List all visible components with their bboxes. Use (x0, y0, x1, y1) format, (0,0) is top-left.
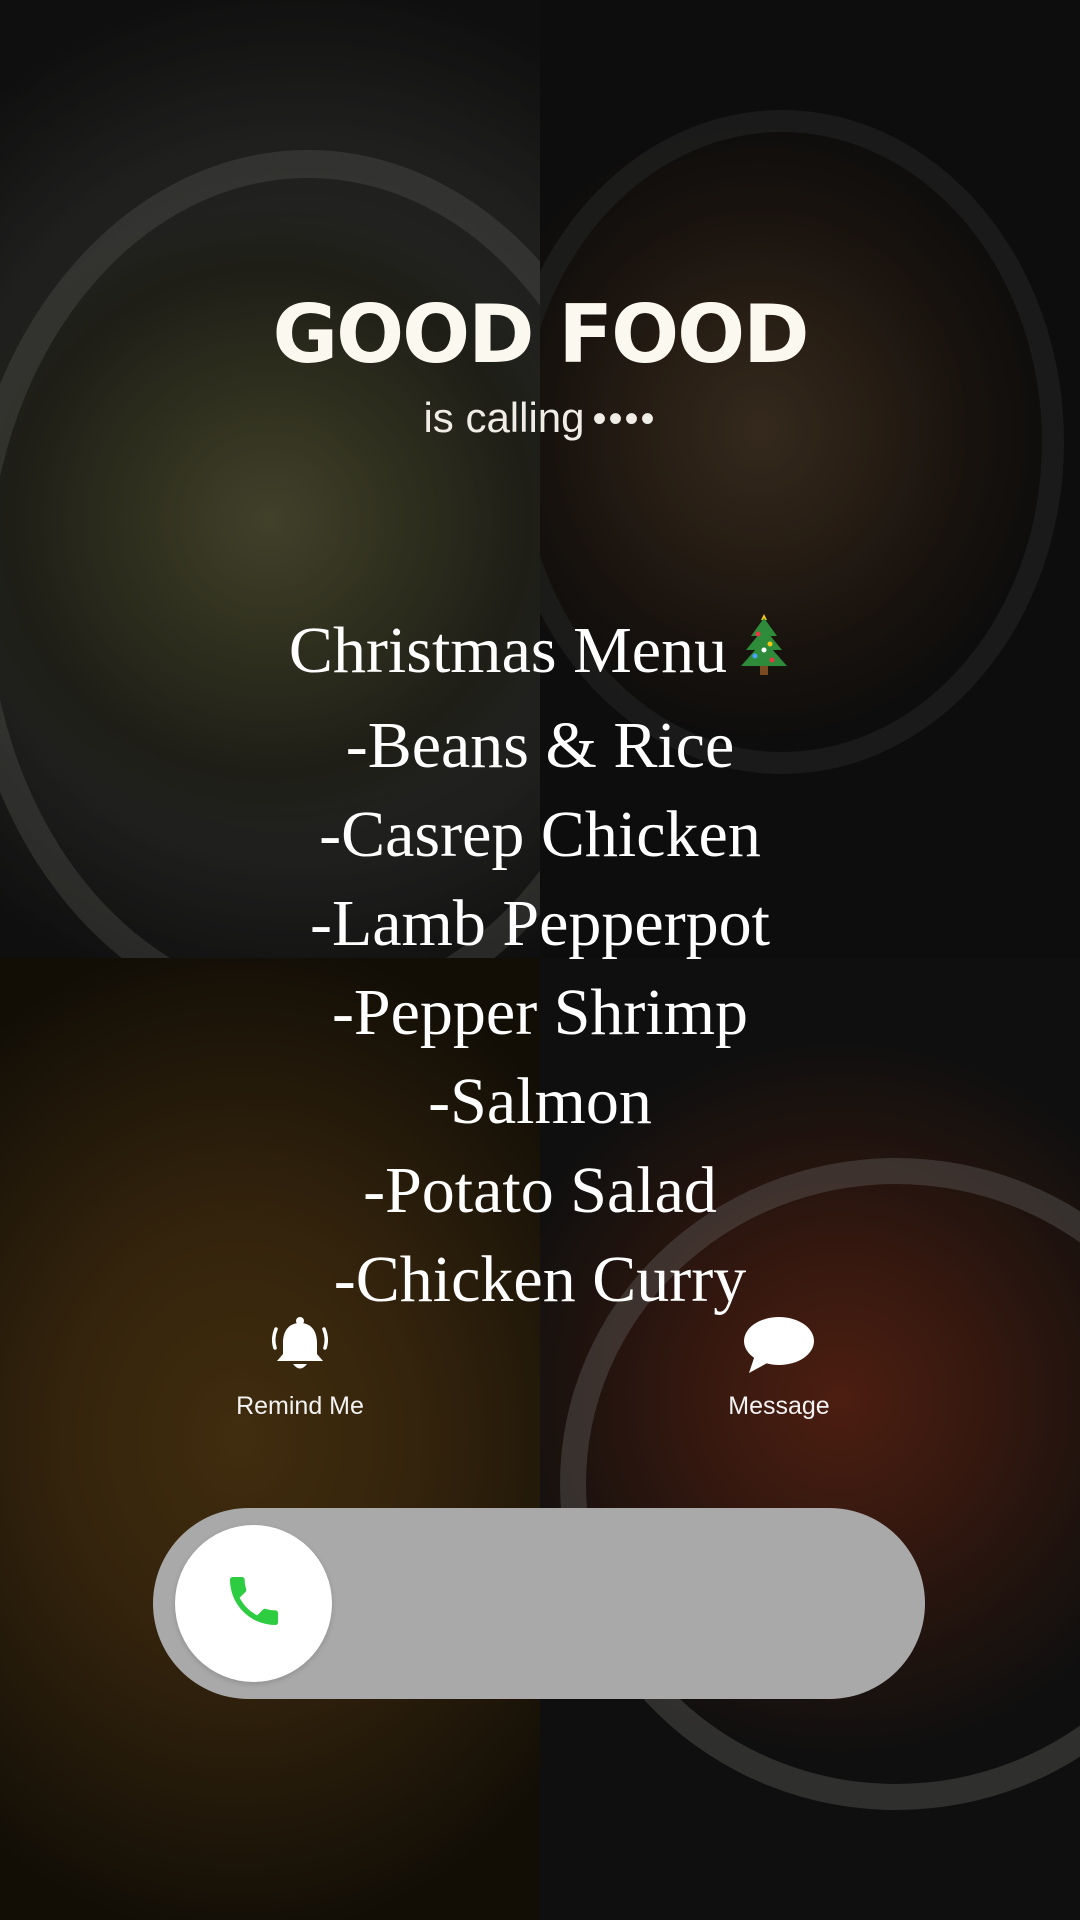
calling-status: is calling •••• (0, 394, 1080, 441)
caller-name: GOOD FOOD (272, 288, 809, 381)
christmas-tree-icon (737, 612, 791, 701)
message-label: Message (728, 1392, 830, 1420)
menu-item: -Casrep Chicken (319, 798, 761, 871)
menu-item: -Chicken Curry (333, 1243, 747, 1316)
calling-dots: •••• (592, 397, 657, 441)
menu-item: -Lamb Pepperpot (309, 887, 771, 960)
christmas-menu: Christmas Menu -Beans & Rice -Casrep Chi… (0, 606, 1080, 1324)
menu-item: -Potato Salad (363, 1154, 717, 1227)
calling-text: is calling (423, 394, 585, 441)
menu-title-line: Christmas Menu (0, 606, 1080, 701)
answer-slider-knob[interactable] (175, 1525, 332, 1682)
phone-icon (222, 1569, 286, 1638)
menu-item: -Beans & Rice (345, 709, 735, 782)
remind-me-label: Remind Me (236, 1392, 364, 1420)
call-screen: GOOD FOOD is calling•••• Christmas Menu (0, 0, 1080, 1920)
menu-title: Christmas Menu (288, 614, 728, 687)
slide-to-answer-track[interactable] (153, 1508, 925, 1699)
chat-bubble-icon (741, 1317, 817, 1381)
message-button[interactable]: Message (669, 1315, 889, 1421)
bell-icon (268, 1317, 332, 1381)
menu-item: -Pepper Shrimp (331, 976, 749, 1049)
remind-me-button[interactable]: Remind Me (190, 1315, 410, 1421)
menu-item: -Salmon (428, 1065, 652, 1138)
